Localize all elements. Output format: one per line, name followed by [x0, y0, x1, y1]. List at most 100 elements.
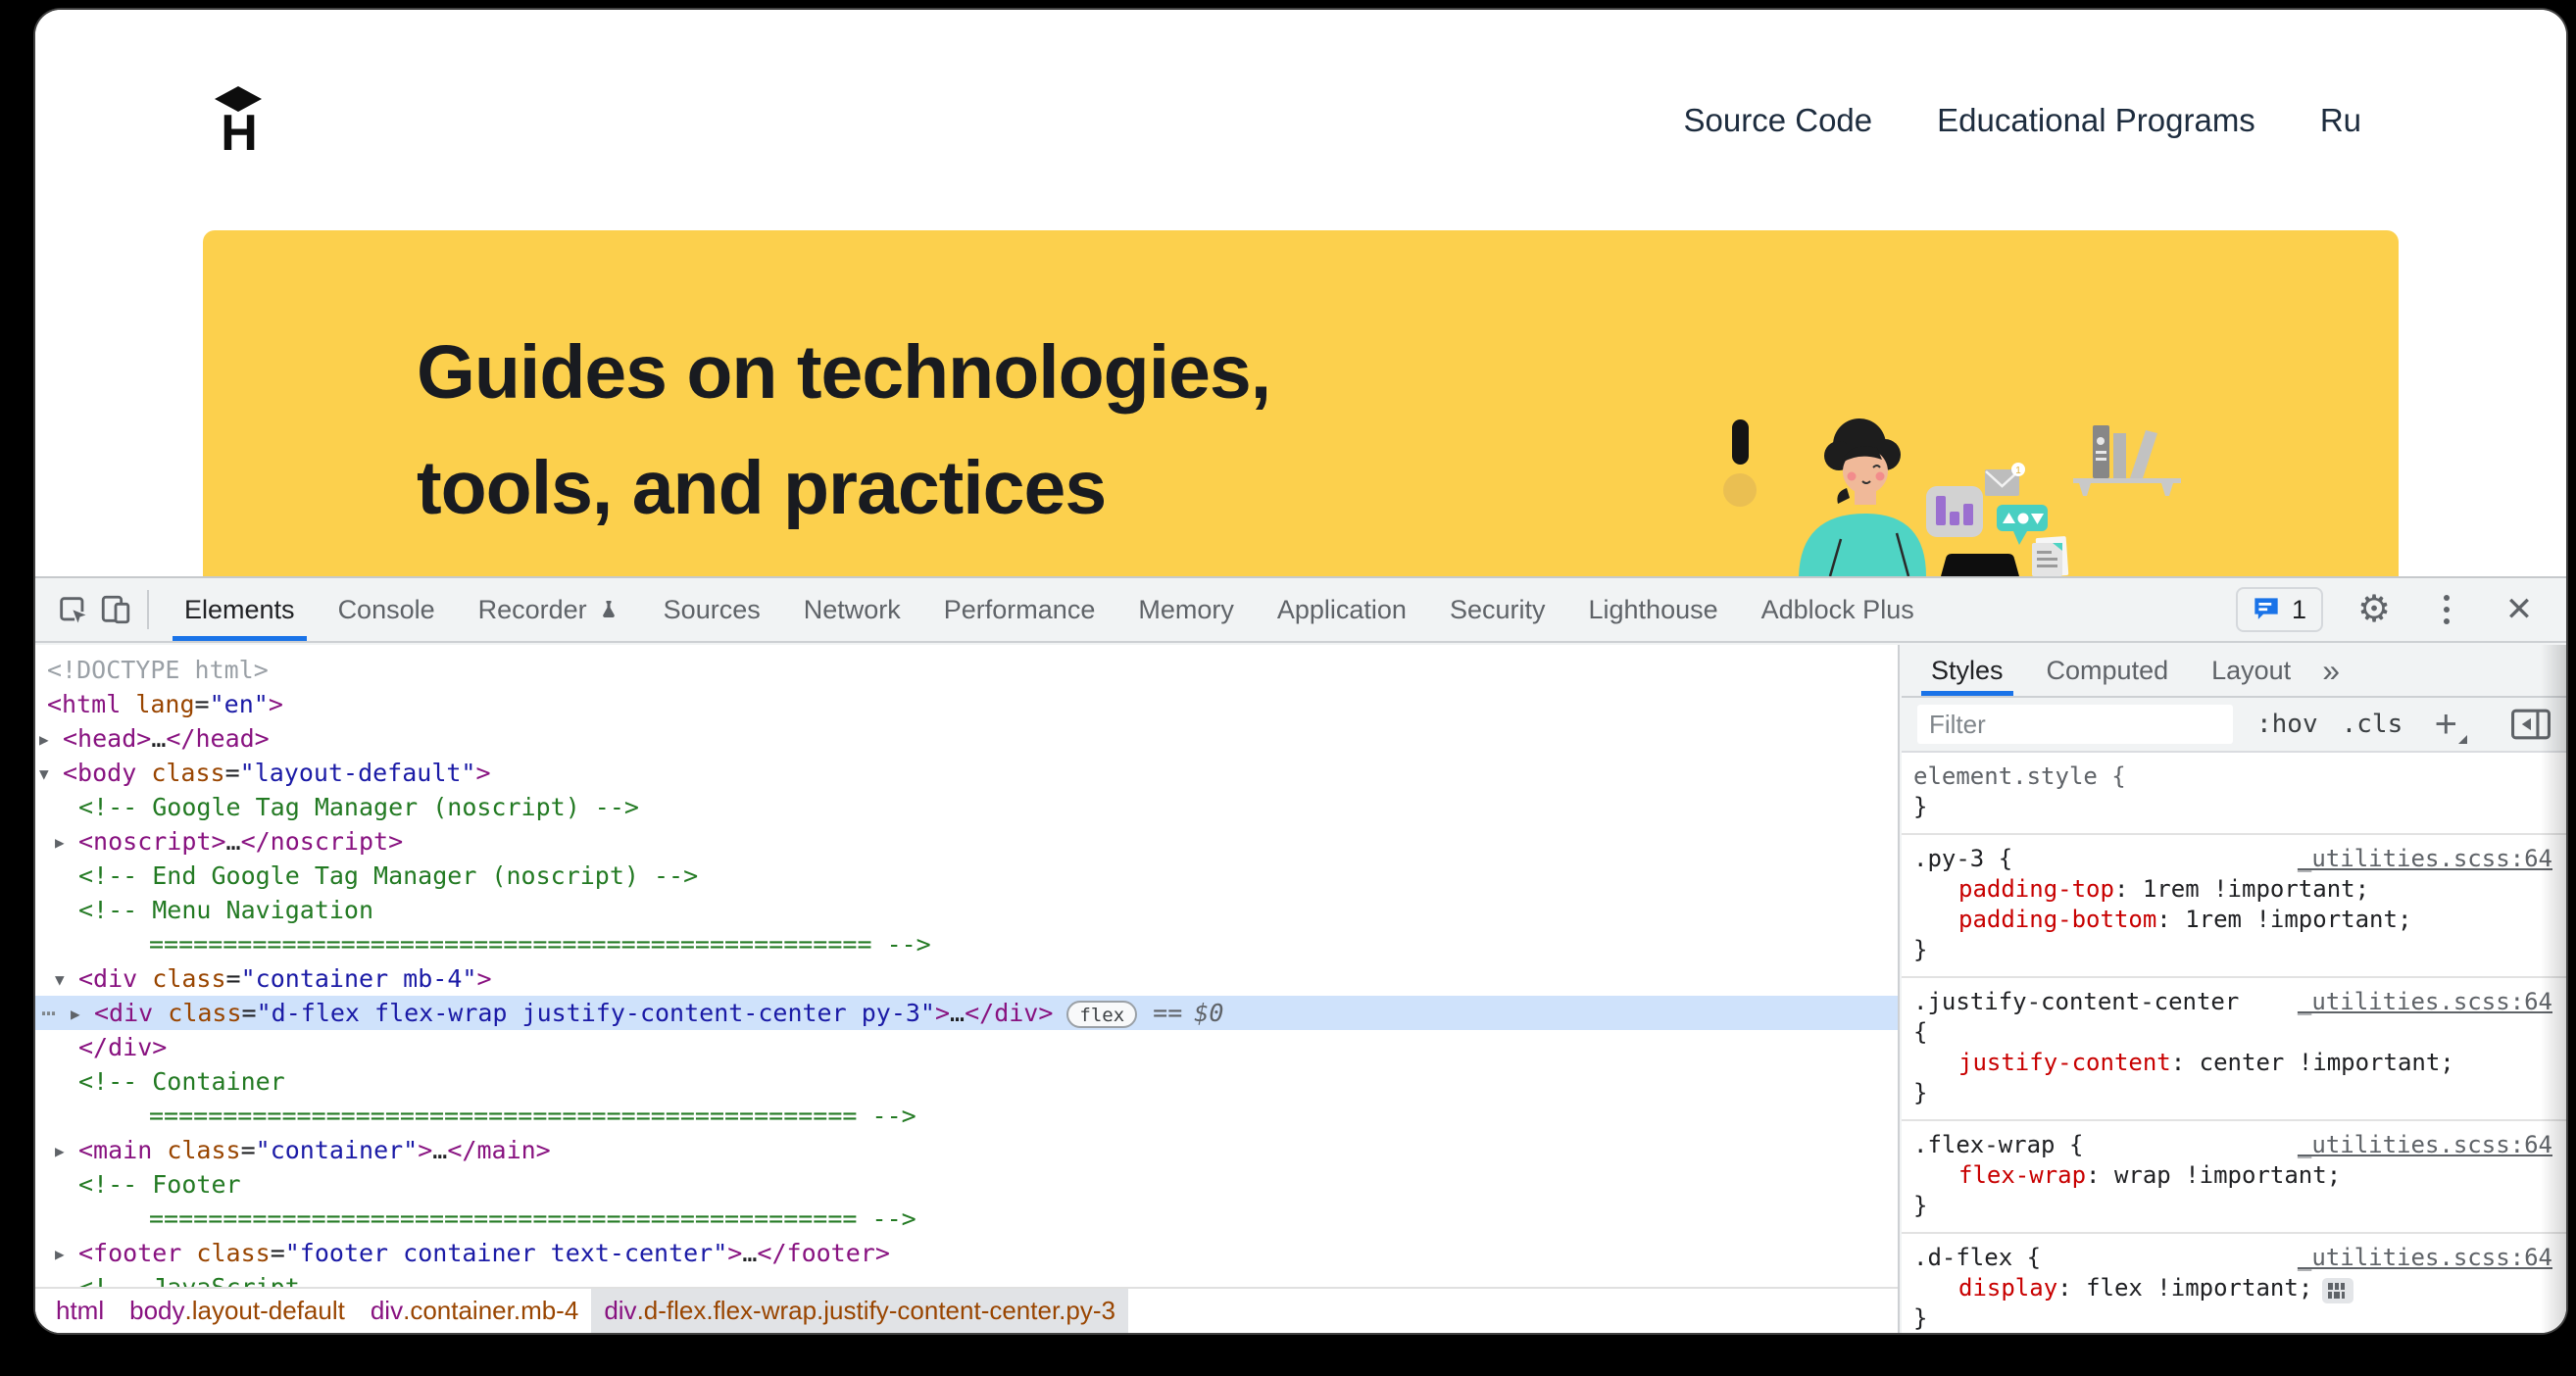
css-property-name[interactable]: flex-wrap — [1958, 1161, 2086, 1189]
styles-tab-computed[interactable]: Computed — [2025, 645, 2191, 696]
css-selector[interactable]: .flex-wrap { — [1913, 1130, 2083, 1160]
breadcrumb-item[interactable]: html — [43, 1289, 117, 1333]
css-property-value[interactable]: center !important — [2200, 1049, 2441, 1076]
expand-arrow-icon[interactable]: ▶ — [55, 1237, 65, 1271]
sidebar-toggle-icon[interactable] — [2511, 709, 2551, 740]
flask-icon — [602, 601, 615, 617]
styles-tab-styles[interactable]: Styles — [1909, 645, 2025, 696]
more-kebab-icon[interactable] — [2425, 588, 2468, 631]
more-tabs-icon[interactable]: » — [2322, 653, 2340, 689]
rule-close-brace: } — [1913, 1079, 1928, 1106]
devtools-panel: Elements Console Recorder Sources Network Per… — [35, 576, 2566, 1333]
tab-recorder[interactable]: Recorder — [457, 578, 642, 641]
new-style-rule-button[interactable]: + — [2426, 705, 2468, 744]
dom-tree-row[interactable]: <!-- End Google Tag Manager (noscript) -… — [35, 859, 1898, 893]
css-property-value[interactable]: 1rem !important — [2185, 906, 2398, 933]
collapse-arrow-icon[interactable]: ▼ — [55, 962, 65, 997]
toolbar-divider — [147, 590, 149, 629]
dom-tree-row[interactable]: <html lang="en"> — [35, 687, 1898, 721]
css-property-name[interactable]: justify-content — [1958, 1049, 2171, 1076]
tab-label: Console — [337, 594, 435, 624]
dom-tree-row[interactable]: ========================================… — [35, 927, 1898, 961]
dom-tree-row[interactable]: ========================================… — [35, 1202, 1898, 1236]
css-declaration[interactable]: flex-wrap: wrap !important; — [1913, 1160, 2552, 1191]
dom-tree-row[interactable]: ▶ <footer class="footer container text-ce… — [35, 1236, 1898, 1270]
element-classes-toggle[interactable]: .cls — [2342, 710, 2403, 739]
nav-item-educational-programs[interactable]: Educational Programs — [1937, 102, 2255, 139]
site-logo[interactable]: H — [209, 85, 268, 159]
issues-button[interactable]: 1 — [2235, 587, 2323, 632]
dom-tree-row[interactable]: ▶ <noscript>…</noscript> — [35, 824, 1898, 859]
tab-security[interactable]: Security — [1428, 578, 1567, 641]
tab-sources[interactable]: Sources — [642, 578, 782, 641]
dom-tree-row[interactable]: <!-- Container — [35, 1064, 1898, 1099]
stylesheet-link[interactable]: _utilities.scss:64 — [2280, 987, 2552, 1017]
person-illustration — [1799, 418, 1926, 576]
dom-tree-row[interactable]: </div> — [35, 1030, 1898, 1064]
css-selector[interactable]: .d-flex { — [1913, 1243, 2041, 1273]
tab-lighthouse[interactable]: Lighthouse — [1567, 578, 1740, 641]
css-rule: element.style {} — [1902, 753, 2566, 835]
dom-tree-row[interactable]: ========================================… — [35, 1099, 1898, 1133]
dom-tree-row[interactable]: ▼ <div class="container mb-4"> — [35, 961, 1898, 996]
css-property-value[interactable]: 1rem !important — [2143, 875, 2355, 903]
flex-editor-icon[interactable] — [2322, 1278, 2354, 1303]
css-rule: .flex-wrap { _utilities.scss:64 flex-wrap:… — [1902, 1121, 2566, 1234]
dom-tree-row[interactable]: ⋯ ▶ <div class="d-flex flex-wrap justify-c… — [35, 996, 1898, 1030]
flex-badge[interactable]: flex — [1066, 1001, 1138, 1028]
laptop-icon — [1941, 554, 2019, 576]
tab-adblock-plus[interactable]: Adblock Plus — [1740, 578, 1936, 641]
dom-tree-row[interactable]: <!-- Google Tag Manager (noscript) --> — [35, 790, 1898, 824]
dom-tree-row[interactable]: <!-- JavaScript — [35, 1270, 1898, 1287]
css-property-name[interactable]: display — [1958, 1274, 2057, 1302]
nav-item-ru[interactable]: Ru — [2320, 102, 2361, 139]
styles-pane-tabs: Styles Computed Layout » — [1902, 645, 2566, 698]
styles-filter-input[interactable] — [1917, 705, 2233, 744]
dom-tree: <!DOCTYPE html> <html lang="en"> ▶ <head>…<… — [35, 645, 1898, 1287]
dom-tree-row[interactable]: ▶ <main class="container">…</main> — [35, 1133, 1898, 1167]
dom-tree-row[interactable]: ▼ <body class="layout-default"> — [35, 756, 1898, 790]
stylesheet-link[interactable]: _utilities.scss:64 — [2280, 1243, 2552, 1273]
breadcrumb-item[interactable]: body .layout-default — [117, 1289, 358, 1333]
css-declaration[interactable]: display: flex !important; — [1913, 1273, 2552, 1303]
tab-application[interactable]: Application — [1256, 578, 1428, 641]
dom-tree-row[interactable]: <!-- Menu Navigation — [35, 893, 1898, 927]
close-icon[interactable]: ✕ — [2498, 588, 2541, 631]
tab-memory[interactable]: Memory — [1116, 578, 1256, 641]
tab-label: Network — [803, 594, 901, 624]
collapse-arrow-icon[interactable]: ▼ — [39, 757, 49, 791]
css-selector[interactable]: .justify-content-center — [1913, 987, 2239, 1017]
device-toolbar-icon[interactable] — [94, 588, 137, 631]
expand-arrow-icon[interactable]: ▶ — [55, 1134, 65, 1168]
dom-tree-row[interactable]: <!DOCTYPE html> — [35, 653, 1898, 687]
css-property-name[interactable]: padding-bottom — [1958, 906, 2156, 933]
stylesheet-link[interactable]: _utilities.scss:64 — [2280, 844, 2552, 874]
expand-arrow-icon[interactable]: ▶ — [39, 722, 49, 757]
settings-gear-icon[interactable]: ⚙ — [2353, 588, 2396, 631]
expand-arrow-icon[interactable]: ▶ — [71, 997, 80, 1031]
tab-network[interactable]: Network — [782, 578, 922, 641]
inspect-icon[interactable] — [51, 588, 94, 631]
tab-performance[interactable]: Performance — [922, 578, 1117, 641]
css-property-value[interactable]: wrap !important — [2114, 1161, 2327, 1189]
breadcrumb-item[interactable]: div .container.mb-4 — [358, 1289, 591, 1333]
css-declaration[interactable]: padding-bottom: 1rem !important; — [1913, 905, 2552, 935]
css-selector[interactable]: element.style { — [1913, 762, 2126, 792]
dom-tree-row[interactable]: <!-- Footer — [35, 1167, 1898, 1202]
row-overflow-dots[interactable]: ⋯ — [41, 996, 58, 1030]
breadcrumb-item[interactable]: div .d-flex.flex-wrap.justify-content-cen… — [591, 1289, 1128, 1333]
stylesheet-link[interactable]: _utilities.scss:64 — [2280, 1130, 2552, 1160]
css-selector[interactable]: .py-3 { — [1913, 844, 2012, 874]
tab-console[interactable]: Console — [317, 578, 457, 641]
css-declaration[interactable]: justify-content: center !important; — [1913, 1048, 2552, 1078]
css-declaration[interactable]: padding-top: 1rem !important; — [1913, 874, 2552, 905]
expand-arrow-icon[interactable]: ▶ — [55, 825, 65, 860]
dom-tree-row[interactable]: ▶ <head>…</head> — [35, 721, 1898, 756]
pseudo-state-toggle[interactable]: :hov — [2256, 710, 2318, 739]
styles-tab-layout[interactable]: Layout — [2190, 645, 2312, 696]
css-property-name[interactable]: padding-top — [1958, 875, 2114, 903]
nav-item-source-code[interactable]: Source Code — [1684, 102, 1873, 139]
tab-elements[interactable]: Elements — [163, 578, 317, 641]
elements-pane: <!DOCTYPE html> <html lang="en"> ▶ <head>…<… — [35, 645, 1900, 1333]
css-property-value[interactable]: flex !important — [2086, 1274, 2299, 1302]
